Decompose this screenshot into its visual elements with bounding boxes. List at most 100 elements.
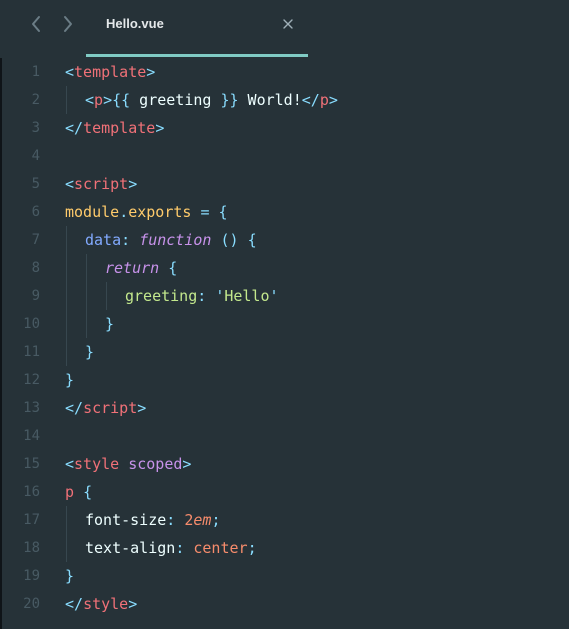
code-line[interactable]: 5 <script> (0, 170, 569, 198)
code-token: : (166, 511, 176, 529)
code-text: module.exports = { (65, 198, 228, 226)
line-number: 4 (31, 148, 40, 164)
code-token: template (74, 63, 147, 81)
line-number: 8 (31, 260, 40, 276)
code-token: } (105, 315, 115, 333)
code-line[interactable]: 2 <p>{{ greeting }} World!</p> (0, 86, 569, 114)
code-token: : (197, 287, 207, 305)
code-line[interactable]: 20 </style> (0, 590, 569, 618)
code-text: } (65, 562, 74, 590)
code-token: { (83, 483, 93, 501)
code-line[interactable]: 16 p { (0, 478, 569, 506)
code-line[interactable]: 13 </script> (0, 394, 569, 422)
code-token: p (94, 91, 104, 109)
code-line[interactable]: 9 greeting: 'Hello' (0, 282, 569, 310)
code-token: exports (128, 203, 192, 221)
code-token: font-size (85, 511, 167, 529)
chevron-left-icon (32, 16, 40, 32)
code-token: ' (269, 287, 279, 305)
code-token: < (85, 91, 95, 109)
line-number: 14 (23, 428, 40, 444)
code-token: script (83, 399, 138, 417)
indent-guide (66, 226, 67, 254)
code-text: <style scoped> (65, 450, 191, 478)
code-line[interactable]: 6 module.exports = { (0, 198, 569, 226)
line-number: 16 (23, 484, 40, 500)
code-line[interactable]: 19} (0, 562, 569, 590)
code-token: </ (301, 91, 320, 109)
code-token: > (137, 399, 147, 417)
code-text: return { (105, 254, 177, 282)
code-token: em (193, 511, 212, 529)
code-text: } (105, 310, 114, 338)
indent-guide (66, 338, 67, 366)
indent-guide (66, 282, 67, 310)
code-token: < (65, 175, 75, 193)
code-text: <script> (65, 170, 137, 198)
code-line[interactable]: 4 (0, 142, 569, 170)
code-token: return (105, 259, 160, 277)
line-number: 12 (23, 372, 40, 388)
code-token: { (168, 259, 178, 277)
code-token: > (328, 91, 338, 109)
tab-bar: Hello.vue (0, 0, 569, 58)
code-token: : (121, 231, 131, 249)
indent-guide (86, 254, 87, 282)
tab-close-button[interactable] (280, 16, 296, 32)
code-token: { (218, 203, 228, 221)
active-tab-indicator (86, 54, 308, 57)
tab-title: Hello.vue (106, 16, 164, 31)
indent-guide (66, 254, 67, 282)
line-number: 1 (31, 64, 40, 80)
code-token: : (175, 539, 185, 557)
code-token: > (128, 595, 138, 613)
code-line[interactable]: 17 font-size: 2em; (0, 506, 569, 534)
code-token: > (182, 455, 192, 473)
line-number: 11 (23, 344, 40, 360)
code-token: p (65, 483, 75, 501)
code-token: </ (65, 595, 84, 613)
code-line[interactable]: 3 </template> (0, 114, 569, 142)
code-token: } (85, 343, 95, 361)
line-number: 18 (23, 540, 40, 556)
code-line[interactable]: 14 (0, 422, 569, 450)
back-button[interactable] (26, 14, 46, 34)
code-line[interactable]: 1 <template> (0, 58, 569, 86)
code-token: ; (247, 539, 257, 557)
code-token: > (146, 63, 156, 81)
code-token: greeting (130, 91, 221, 109)
code-line[interactable]: 12} (0, 366, 569, 394)
code-line[interactable]: 10} (0, 310, 569, 338)
code-editor[interactable]: 1 <template> 2 <p>{{ greeting }} World!</p>… (0, 58, 569, 629)
code-token: script (74, 175, 129, 193)
code-text: } (85, 338, 94, 366)
code-line[interactable]: 11} (0, 338, 569, 366)
code-text: } (65, 366, 74, 394)
code-token: module (65, 203, 120, 221)
code-token: World! (238, 91, 302, 109)
code-line[interactable]: 15 <style scoped> (0, 450, 569, 478)
indent-guide (66, 310, 67, 338)
code-line[interactable]: 18 text-align: center; (0, 534, 569, 562)
indent-guide (86, 282, 87, 310)
line-number: 5 (31, 176, 40, 192)
code-token: = (200, 203, 210, 221)
code-text: data: function () { (85, 226, 257, 254)
code-token: ' (215, 287, 225, 305)
code-token: } (65, 371, 75, 389)
indent-guide (106, 282, 107, 310)
code-line[interactable]: 8 return { (0, 254, 569, 282)
tab-hello-vue[interactable]: Hello.vue (86, 0, 308, 58)
code-token: greeting (125, 287, 198, 305)
code-text: </style> (65, 590, 137, 618)
code-token: } (65, 567, 75, 585)
code-text: text-align: center; (85, 534, 257, 562)
code-token: </ (65, 399, 84, 417)
code-line[interactable]: 7 data: function () { (0, 226, 569, 254)
forward-button[interactable] (58, 14, 78, 34)
